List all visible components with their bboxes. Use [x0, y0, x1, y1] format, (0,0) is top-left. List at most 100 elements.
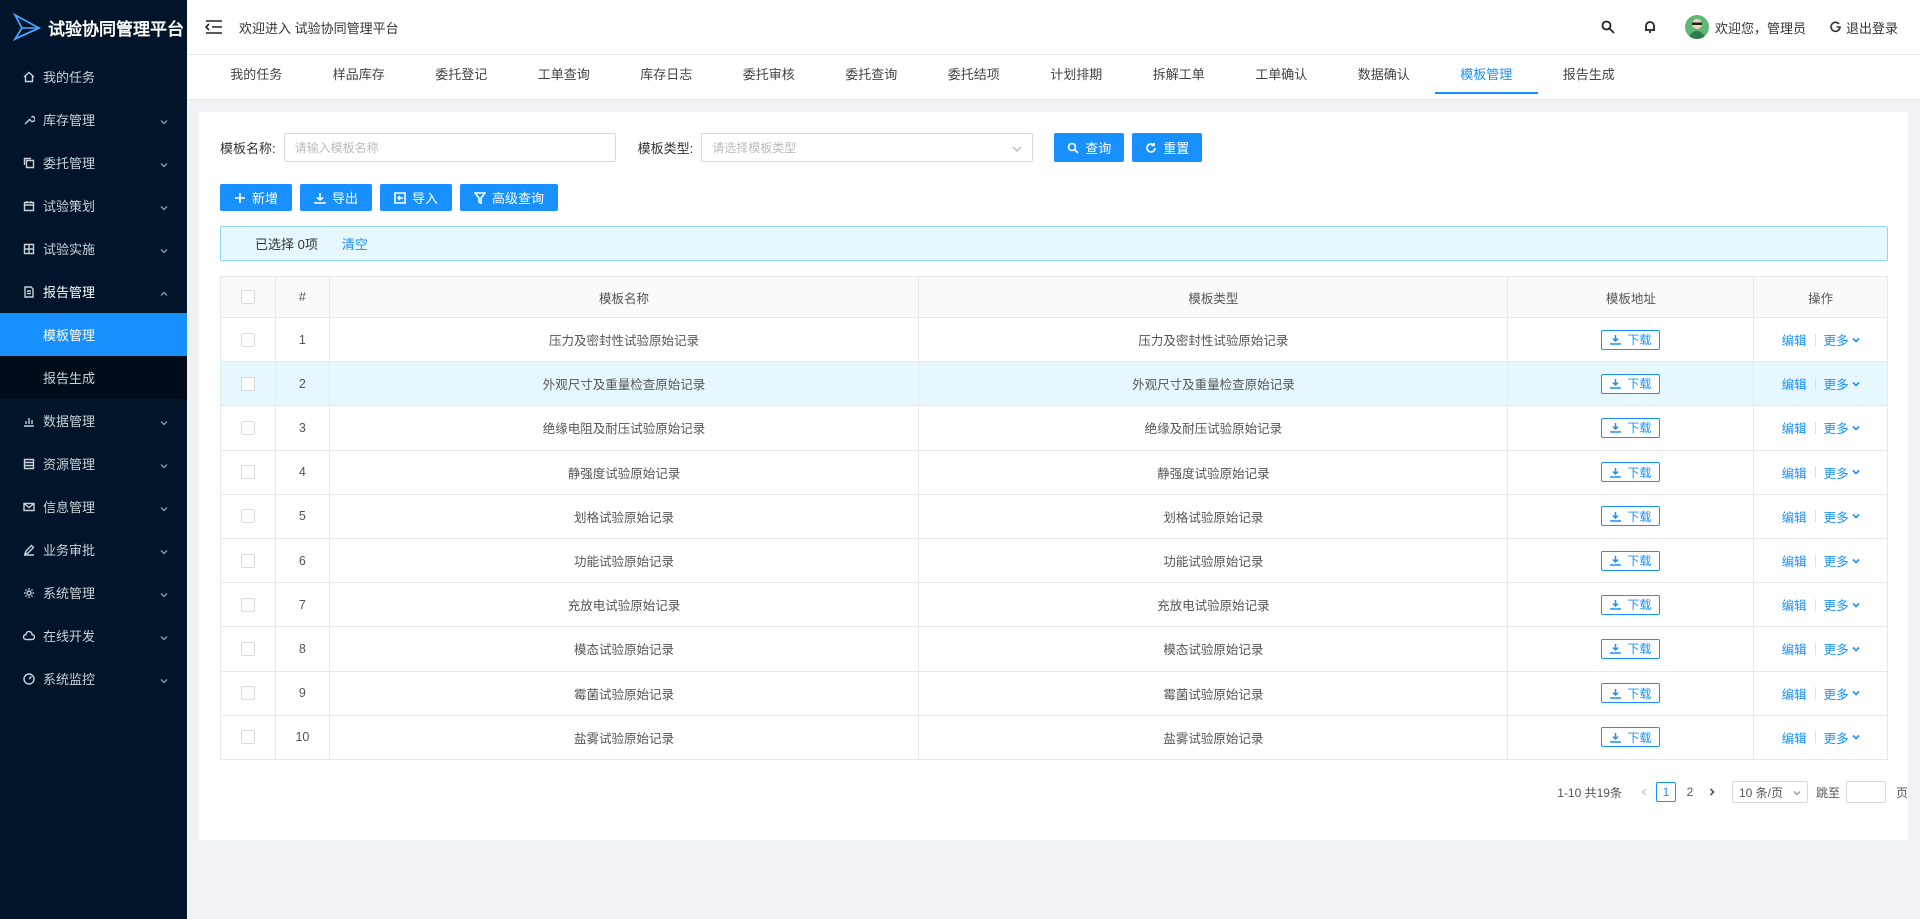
bell-icon[interactable] [1643, 19, 1659, 35]
row-checkbox[interactable] [240, 730, 255, 745]
sidebar-item-3[interactable]: 试验策划 [0, 184, 187, 227]
search-icon[interactable] [1601, 19, 1617, 35]
edit-link[interactable]: 编辑 [1782, 507, 1807, 526]
table-row[interactable]: 7 充放电试验原始记录 充放电试验原始记录 下载 编辑 更多 [221, 583, 1887, 628]
sidebar-item-11[interactable]: 在线开发 [0, 614, 187, 657]
more-dropdown[interactable]: 更多 [1824, 507, 1860, 526]
edit-link[interactable]: 编辑 [1782, 639, 1807, 658]
sidebar-item-12[interactable]: 系统监控 [0, 657, 187, 700]
reset-button[interactable]: 重置 [1132, 133, 1203, 162]
edit-link[interactable]: 编辑 [1782, 684, 1807, 703]
table-row[interactable]: 5 划格试验原始记录 划格试验原始记录 下载 编辑 更多 [221, 494, 1887, 539]
avatar[interactable] [1684, 15, 1709, 39]
page-2[interactable]: 2 [1680, 782, 1700, 802]
menu-fold-icon[interactable] [204, 19, 223, 35]
table-row[interactable]: 9 霉菌试验原始记录 霉菌试验原始记录 下载 编辑 更多 [221, 671, 1887, 716]
template-type-select[interactable]: 请选择模板类型 [701, 133, 1034, 162]
tab-7[interactable]: 委托结项 [923, 55, 1026, 100]
table-row[interactable]: 2 外观尺寸及重量检查原始记录 外观尺寸及重量检查原始记录 下载 编辑 更多 [221, 362, 1887, 407]
download-button[interactable]: 下载 [1601, 462, 1661, 483]
sidebar-item-4[interactable]: 试验实施 [0, 227, 187, 270]
tab-1[interactable]: 样品库存 [308, 55, 411, 100]
more-dropdown[interactable]: 更多 [1824, 639, 1860, 658]
more-dropdown[interactable]: 更多 [1824, 463, 1860, 482]
sidebar-item-1[interactable]: 库存管理 [0, 98, 187, 141]
tab-8[interactable]: 计划排期 [1025, 55, 1128, 100]
row-checkbox[interactable] [240, 420, 255, 435]
sidebar-item-9[interactable]: 业务审批 [0, 528, 187, 571]
user-greeting[interactable]: 欢迎您，管理员 [1715, 18, 1806, 37]
tab-10[interactable]: 工单确认 [1230, 55, 1333, 100]
sidebar-item-7[interactable]: 资源管理 [0, 442, 187, 485]
row-checkbox[interactable] [240, 465, 255, 480]
download-button[interactable]: 下载 [1601, 506, 1661, 527]
tab-5[interactable]: 委托审核 [718, 55, 821, 100]
query-button[interactable]: 查询 [1054, 133, 1125, 162]
table-row[interactable]: 4 静强度试验原始记录 静强度试验原始记录 下载 编辑 更多 [221, 450, 1887, 495]
sidebar-subitem-0[interactable]: 模板管理 [0, 313, 187, 356]
download-button[interactable]: 下载 [1601, 550, 1661, 571]
add-button[interactable]: 新增 [220, 184, 293, 211]
advanced-query-button[interactable]: 高级查询 [460, 184, 559, 211]
sidebar-subitem-1[interactable]: 报告生成 [0, 356, 187, 399]
table-row[interactable]: 1 压力及密封性试验原始记录 压力及密封性试验原始记录 下载 编辑 更多 [221, 318, 1887, 363]
select-all-checkbox[interactable] [240, 290, 255, 304]
sidebar-item-2[interactable]: 委托管理 [0, 141, 187, 184]
table-row[interactable]: 3 绝缘电阻及耐压试验原始记录 绝缘及耐压试验原始记录 下载 编辑 更多 [221, 406, 1887, 451]
sidebar-item-6[interactable]: 数据管理 [0, 399, 187, 442]
more-dropdown[interactable]: 更多 [1824, 374, 1860, 393]
row-checkbox[interactable] [240, 376, 255, 391]
download-button[interactable]: 下载 [1601, 373, 1661, 394]
row-checkbox[interactable] [240, 509, 255, 524]
sidebar-item-8[interactable]: 信息管理 [0, 485, 187, 528]
more-dropdown[interactable]: 更多 [1824, 728, 1860, 747]
sidebar-item-5[interactable]: 报告管理 [0, 270, 187, 313]
page-size-select[interactable]: 10 条/页 [1731, 781, 1808, 803]
tab-6[interactable]: 委托查询 [820, 55, 923, 100]
import-button[interactable]: 导入 [380, 184, 453, 211]
more-dropdown[interactable]: 更多 [1824, 684, 1860, 703]
row-checkbox[interactable] [240, 641, 255, 656]
edit-link[interactable]: 编辑 [1782, 374, 1807, 393]
more-dropdown[interactable]: 更多 [1824, 418, 1860, 437]
edit-link[interactable]: 编辑 [1782, 551, 1807, 570]
prev-page-icon[interactable] [1636, 784, 1652, 800]
template-name-input[interactable] [283, 133, 616, 162]
page-1[interactable]: 1 [1655, 782, 1676, 802]
tab-12[interactable]: 模板管理 [1435, 55, 1538, 100]
download-button[interactable]: 下载 [1601, 683, 1661, 704]
tab-11[interactable]: 数据确认 [1333, 55, 1436, 100]
export-button[interactable]: 导出 [300, 184, 373, 211]
table-row[interactable]: 10 盐雾试验原始记录 盐雾试验原始记录 下载 编辑 更多 [221, 715, 1887, 760]
row-checkbox[interactable] [240, 686, 255, 701]
tab-2[interactable]: 委托登记 [410, 55, 513, 100]
table-row[interactable]: 6 功能试验原始记录 功能试验原始记录 下载 编辑 更多 [221, 538, 1887, 584]
tab-13[interactable]: 报告生成 [1538, 55, 1641, 100]
tab-4[interactable]: 库存日志 [615, 55, 718, 100]
edit-link[interactable]: 编辑 [1782, 418, 1807, 437]
more-dropdown[interactable]: 更多 [1824, 551, 1860, 570]
next-page-icon[interactable] [1704, 784, 1720, 800]
logout-button[interactable]: 退出登录 [1830, 18, 1898, 37]
row-checkbox[interactable] [240, 332, 255, 347]
tab-0[interactable]: 我的任务 [205, 55, 308, 100]
edit-link[interactable]: 编辑 [1782, 728, 1807, 747]
more-dropdown[interactable]: 更多 [1824, 595, 1860, 614]
row-checkbox[interactable] [240, 553, 255, 568]
tab-3[interactable]: 工单查询 [513, 55, 616, 100]
download-button[interactable]: 下载 [1601, 594, 1661, 615]
more-dropdown[interactable]: 更多 [1824, 330, 1860, 349]
edit-link[interactable]: 编辑 [1782, 463, 1807, 482]
sidebar-item-0[interactable]: 我的任务 [0, 55, 187, 98]
row-checkbox[interactable] [240, 597, 255, 612]
download-button[interactable]: 下载 [1601, 417, 1661, 438]
tab-9[interactable]: 拆解工单 [1128, 55, 1231, 100]
download-button[interactable]: 下载 [1601, 638, 1661, 659]
edit-link[interactable]: 编辑 [1782, 595, 1807, 614]
edit-link[interactable]: 编辑 [1782, 330, 1807, 349]
clear-selection-link[interactable]: 清空 [342, 234, 368, 253]
download-button[interactable]: 下载 [1601, 329, 1661, 350]
sidebar-item-10[interactable]: 系统管理 [0, 571, 187, 614]
download-button[interactable]: 下载 [1601, 727, 1661, 748]
jump-page-input[interactable] [1845, 781, 1886, 803]
